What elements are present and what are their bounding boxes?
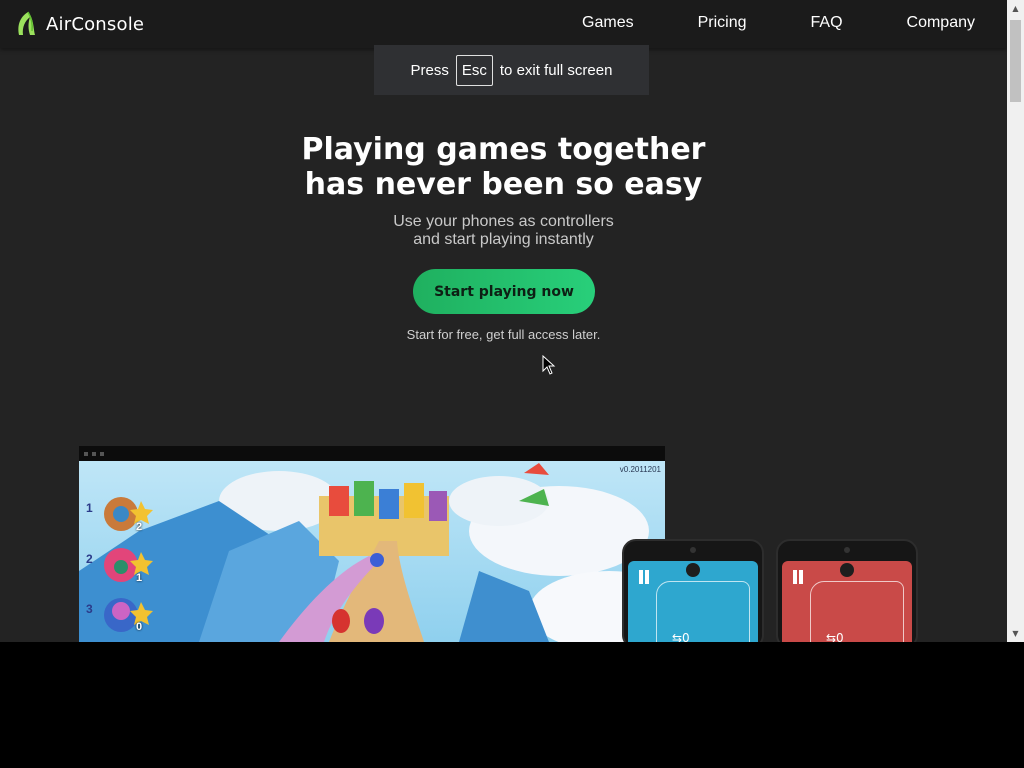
hero-title: Playing games together has never been so… [0, 132, 1007, 202]
nav-games[interactable]: Games [582, 14, 634, 32]
pause-icon [791, 570, 805, 584]
hero-title-line2: has never been so easy [304, 167, 703, 202]
leaderboard-rank-3: 3 [86, 602, 93, 616]
game-artwork [79, 461, 665, 642]
nav-company[interactable]: Company [907, 14, 975, 32]
leaderboard-score-2: 1 [136, 572, 143, 584]
hero-subtitle-line2: and start playing instantly [413, 231, 594, 248]
game-version: v0.2011201 [619, 465, 661, 474]
controller-touchpad [656, 581, 750, 642]
scroll-up-arrow-icon[interactable]: ▲ [1007, 0, 1024, 17]
scroll-thumb[interactable] [1010, 20, 1021, 102]
esc-key-badge: Esc [455, 54, 493, 86]
leaderboard-score-1: 2 [136, 521, 143, 533]
leaderboard-rank-1: 1 [86, 501, 93, 515]
game-window-bar [79, 446, 665, 461]
start-playing-button[interactable]: Start playing now [413, 269, 595, 314]
nav-faq[interactable]: FAQ [811, 14, 843, 32]
esc-banner-prefix: Press [410, 61, 449, 79]
airconsole-leaf-icon [686, 563, 700, 577]
hero-subtitle: Use your phones as controllers and start… [0, 213, 1007, 249]
black-letterbox [0, 642, 1024, 768]
phone-camera [844, 547, 850, 553]
airconsole-logo[interactable]: AirConsole [16, 11, 144, 37]
controller-touchpad [810, 581, 904, 642]
airconsole-leaf-icon [18, 11, 35, 35]
leaderboard-score-3: 0 [136, 621, 143, 633]
pause-icon [637, 570, 651, 584]
game-preview-screen: v0.2011201 1 2 2 1 3 0 [79, 446, 665, 642]
hero-title-line1: Playing games together [301, 132, 706, 167]
leaderboard-rank-2: 2 [86, 552, 93, 566]
phone-controller-red: ⇆0 [776, 539, 918, 642]
mouse-cursor-icon [542, 355, 556, 375]
swap-icon: ⇆0 [826, 631, 844, 642]
phone-camera [690, 547, 696, 553]
browser-viewport: AirConsole Games Pricing FAQ Company Pre… [0, 0, 1024, 642]
logo-text: AirConsole [46, 13, 145, 35]
esc-banner-suffix: to exit full screen [499, 61, 613, 79]
airconsole-leaf-icon [840, 563, 854, 577]
page-scrollbar[interactable]: ▲ ▼ [1007, 0, 1024, 642]
swap-icon: ⇆0 [672, 631, 690, 642]
scroll-down-arrow-icon[interactable]: ▼ [1007, 625, 1024, 642]
phone-controller-blue: ⇆0 [622, 539, 764, 642]
hero-subtitle-line1: Use your phones as controllers [393, 213, 614, 230]
fullscreen-exit-banner: Press Esc to exit full screen [374, 45, 649, 95]
cta-note: Start for free, get full access later. [406, 327, 601, 342]
nav-pricing[interactable]: Pricing [698, 14, 747, 32]
site-header: AirConsole Games Pricing FAQ Company [0, 0, 1007, 48]
main-nav: Games Pricing FAQ Company [518, 14, 975, 32]
game-scene: v0.2011201 1 2 2 1 3 0 [79, 461, 665, 642]
